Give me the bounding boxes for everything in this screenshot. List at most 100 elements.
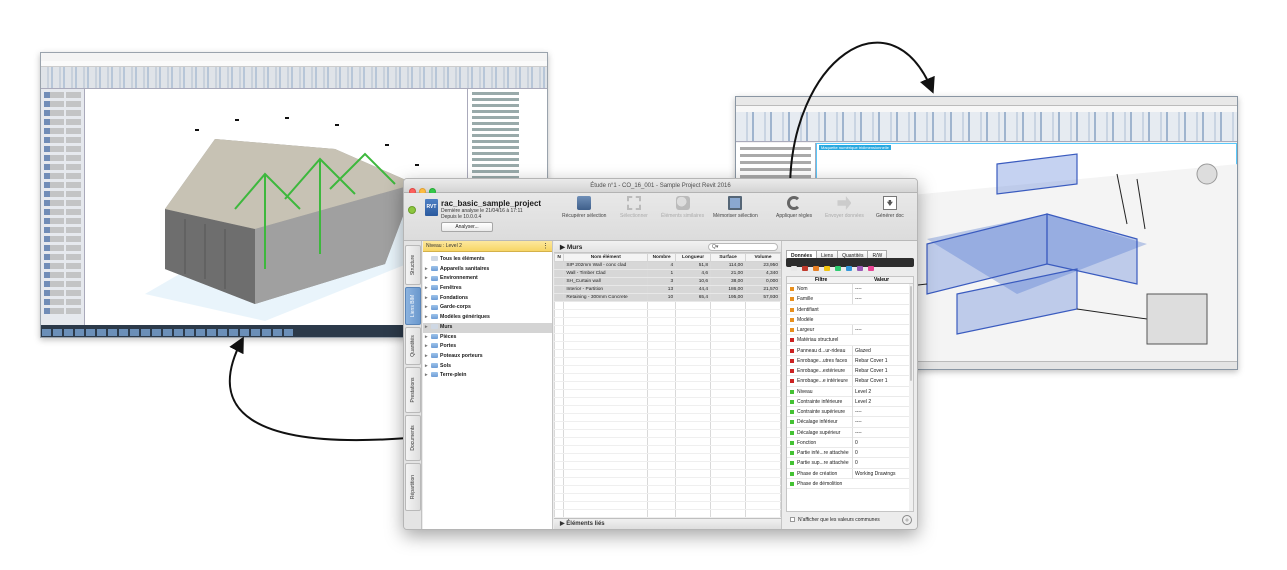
table-cell: 4: [647, 261, 677, 270]
empty-row: [553, 445, 781, 454]
retrieve-selection-button[interactable]: Récupérer sélection: [562, 196, 606, 219]
tab-quantites[interactable]: Quantités: [405, 327, 421, 365]
tree-item[interactable]: ▸ Pièces: [423, 333, 552, 343]
property-row[interactable]: Enrobage...utres faces Rebar Cover 1: [787, 355, 913, 366]
tree-item[interactable]: ▸ Garde-corps: [423, 303, 552, 313]
color-filter-swatch[interactable]: [791, 266, 797, 271]
property-row[interactable]: Identifiant: [787, 305, 913, 315]
column-header[interactable]: Longueur: [675, 253, 712, 262]
property-row[interactable]: Enrobage...extérieure Rebar Cover 1: [787, 366, 913, 377]
apply-rules-button[interactable]: Appliquer règles: [776, 196, 812, 219]
table-row[interactable]: SIP 202mm Wall - conc clad 4 51,8 114,00 23,…: [553, 261, 781, 270]
similar-elements-button[interactable]: Éléments similaires: [661, 196, 704, 219]
property-row[interactable]: Modèle: [787, 315, 913, 325]
revit-titlebar: [736, 97, 1237, 106]
property-color-marker: [790, 358, 794, 363]
color-filter-swatch[interactable]: [857, 266, 863, 271]
search-input[interactable]: Q▾: [708, 243, 778, 251]
main-toolbar: RVT rac_basic_sample_project Dernière an…: [404, 193, 917, 241]
linked-elements-bar[interactable]: ▶ Éléments liés: [554, 518, 781, 529]
property-row[interactable]: Famille ----: [787, 294, 913, 305]
property-value: Level 2: [852, 396, 871, 407]
column-header[interactable]: Nom élément: [563, 253, 649, 262]
empty-row: [553, 357, 781, 366]
tree-item[interactable]: ▸ Environnement: [423, 274, 552, 284]
table-row[interactable]: Retaining - 300mm Concrete 10 65,4 195,00 57…: [553, 293, 781, 302]
tab-structure[interactable]: Structure: [405, 245, 421, 285]
tree-item[interactable]: ▸ Portes: [423, 342, 552, 352]
column-header[interactable]: Surface: [710, 253, 747, 262]
tab-repartition[interactable]: Répartition: [405, 463, 421, 511]
column-header[interactable]: Nombre: [647, 253, 677, 262]
tree-item[interactable]: ▸ Terre-plein: [423, 371, 552, 381]
tree-item-label: Environnement: [440, 275, 478, 282]
property-name: Famille: [797, 296, 814, 303]
column-header[interactable]: N: [553, 253, 565, 262]
property-row[interactable]: Enrobage...e intérieure Rebar Cover 1: [787, 376, 913, 387]
property-row[interactable]: Matériau structurel: [787, 335, 913, 346]
folder-icon: [431, 256, 438, 262]
color-filter-swatch[interactable]: [868, 266, 874, 271]
property-value: ----: [852, 427, 862, 438]
folder-icon: [431, 304, 438, 310]
tree-item[interactable]: Tous les éléments: [423, 255, 552, 265]
tree-item[interactable]: ▸ Modèles génériques: [423, 313, 552, 323]
send-data-button[interactable]: Envoyer données: [825, 196, 864, 219]
empty-row: [553, 309, 781, 318]
property-row[interactable]: Panneau d...ur-rideau Glazed: [787, 345, 913, 356]
property-row[interactable]: Phase de démolition: [787, 479, 913, 489]
column-header[interactable]: Volume: [745, 253, 781, 262]
analyze-button[interactable]: Analyser...: [441, 222, 493, 232]
tree-item[interactable]: ▸ Fenêtres: [423, 284, 552, 294]
folder-icon: [431, 265, 438, 271]
color-filter-swatch[interactable]: [824, 266, 830, 271]
similar-elements-icon: [675, 196, 690, 210]
tree-item[interactable]: ▸ Sols: [423, 362, 552, 372]
empty-row: [553, 405, 781, 414]
property-row[interactable]: Niveau Level 2: [787, 386, 913, 397]
properties-scrollbar[interactable]: [909, 284, 913, 511]
color-filter-swatch[interactable]: [846, 266, 852, 271]
gear-icon[interactable]: [902, 515, 912, 525]
property-row[interactable]: Partie infé...re attachée 0: [787, 448, 913, 459]
table-cell: 65,4: [675, 293, 712, 302]
property-row[interactable]: Contrainte inférieure Level 2: [787, 396, 913, 407]
table-row[interactable]: Wall - Timber Clad 1 4,6 21,00 4,340: [553, 269, 781, 278]
property-name: Phase de création: [797, 470, 838, 477]
common-values-checkbox[interactable]: [790, 517, 795, 523]
tab-liens-bim[interactable]: Liens BIM: [405, 287, 421, 325]
table-cell: 21,570: [745, 285, 781, 294]
level-selector[interactable]: Niveau : Level 2: [423, 241, 552, 252]
table-row[interactable]: Interior - Partition 13 44,4 186,00 21,570: [553, 285, 781, 294]
folder-icon: [431, 353, 438, 358]
property-row[interactable]: Décalage inférieur ----: [787, 417, 913, 428]
memorize-selection-button[interactable]: Mémoriser sélection: [713, 196, 758, 219]
property-row[interactable]: Contrainte supérieure ----: [787, 407, 913, 418]
tree-item[interactable]: ▸ Murs: [423, 322, 552, 333]
property-row[interactable]: Décalage supérieur ----: [787, 427, 913, 438]
tree-item[interactable]: ▸ Fondations: [423, 294, 552, 304]
color-filter-swatch[interactable]: [835, 266, 841, 271]
property-row[interactable]: Partie sup...re attachée 0: [787, 458, 913, 469]
tree-item[interactable]: ▸ Poteaux porteurs: [423, 352, 552, 362]
archicad-toolbar: [41, 67, 547, 89]
property-row[interactable]: Fonction 0: [787, 437, 913, 448]
tab-documents[interactable]: Documents: [405, 415, 421, 461]
property-row[interactable]: Nom ----: [787, 284, 913, 295]
generate-doc-button[interactable]: Générer doc: [876, 196, 904, 219]
select-button[interactable]: Sélectionner: [620, 196, 648, 219]
table-row[interactable]: SH_Curtain wall 3 10,6 38,00 0,000: [553, 277, 781, 286]
walls-header: ▶ Murs Q▾: [554, 241, 781, 253]
table-cell: 114,00: [710, 261, 747, 270]
table-cell: 10,6: [675, 277, 712, 286]
property-color-marker: [790, 481, 794, 486]
property-value: Rebar Cover 1: [852, 355, 888, 366]
property-row[interactable]: Largeur ----: [787, 325, 913, 336]
property-row[interactable]: Phase de création Working Drawings: [787, 468, 913, 479]
property-name: Nom: [797, 286, 808, 292]
folder-icon: [431, 294, 438, 300]
tab-prestations[interactable]: Prestations: [405, 367, 421, 413]
color-filter-swatch[interactable]: [802, 266, 808, 271]
color-filter-swatch[interactable]: [813, 266, 819, 271]
tree-item[interactable]: ▸ Appareils sanitaires: [423, 265, 552, 275]
